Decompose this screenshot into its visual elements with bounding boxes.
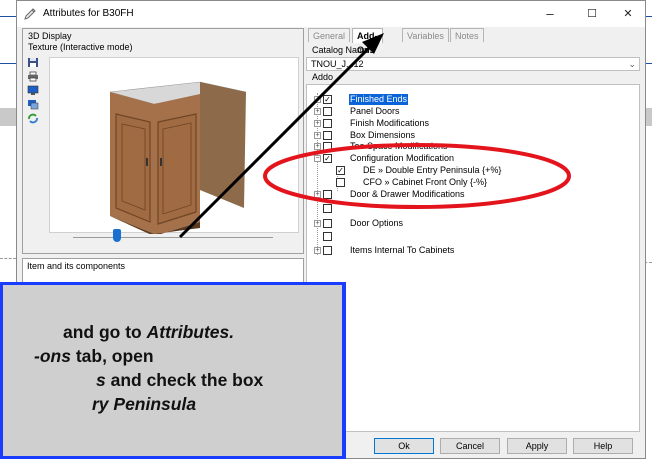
- tab-notes[interactable]: Notes: [450, 28, 484, 42]
- tree-item-configuration-modification[interactable]: − ✓ Configuration Modification: [307, 153, 627, 164]
- tree-item-panel-doors[interactable]: + Panel Doors: [307, 106, 627, 117]
- checkbox-panel-doors[interactable]: [323, 107, 332, 116]
- ok-button[interactable]: Ok: [374, 438, 434, 454]
- instruction-fragment: -ons: [34, 346, 71, 366]
- apply-button[interactable]: Apply: [507, 438, 567, 454]
- 3d-viewport[interactable]: [49, 57, 299, 236]
- tree-item-finished-ends[interactable]: + ✓ Finished Ends: [307, 94, 627, 105]
- expand-icon[interactable]: +: [314, 96, 321, 103]
- cancel-button[interactable]: Cancel: [440, 438, 500, 454]
- checkbox-unlabeled[interactable]: [323, 232, 332, 241]
- monitor-icon[interactable]: [27, 85, 39, 96]
- tree-label: Panel Doors: [350, 106, 400, 116]
- 3d-display-panel: 3D Display Texture (Interactive mode): [22, 28, 304, 254]
- tab-variables[interactable]: Variables: [402, 28, 449, 42]
- background-dashed-line: [0, 258, 16, 259]
- checkbox-door-drawer-modifications[interactable]: [323, 190, 332, 199]
- tree-label: Finished Ends: [349, 94, 409, 105]
- expand-icon[interactable]: +: [314, 108, 321, 115]
- tree-item-box-dimensions[interactable]: + Box Dimensions: [307, 130, 627, 141]
- instruction-line: s and check the box: [96, 369, 263, 391]
- expand-icon[interactable]: +: [314, 143, 321, 150]
- window-title: Attributes for B30FH: [43, 8, 134, 19]
- tree-label: Box Dimensions: [350, 130, 416, 140]
- tree-label: Door Options: [350, 218, 404, 228]
- components-title: Item and its components: [27, 261, 126, 271]
- tree-label: Items Internal To Cabinets: [350, 245, 455, 255]
- help-button[interactable]: Help: [573, 438, 633, 454]
- checkbox-items-internal-to-cabinets[interactable]: [323, 246, 332, 255]
- tree-label: Toe Space Modifications: [350, 141, 448, 151]
- checkbox-unlabeled[interactable]: [323, 204, 332, 213]
- instruction-line: ry Peninsula: [92, 393, 196, 415]
- refresh-icon[interactable]: [27, 113, 39, 124]
- rotation-slider-track[interactable]: [73, 237, 273, 238]
- checkbox-finish-modifications[interactable]: [323, 119, 332, 128]
- collapse-icon[interactable]: −: [314, 155, 321, 162]
- addons-tree: + ✓ Finished Ends + Panel Doors + Finish…: [306, 84, 640, 432]
- close-button[interactable]: ✕: [611, 4, 645, 24]
- expand-icon[interactable]: +: [314, 120, 321, 127]
- checkbox-box-dimensions[interactable]: [323, 131, 332, 140]
- tree-label: Configuration Modification: [350, 153, 455, 163]
- title-bar: Attributes for B30FH – ☐ ✕: [17, 1, 645, 27]
- tree-label: Door & Drawer Modifications: [350, 189, 465, 199]
- tab-add-ons[interactable]: Add-Ons: [352, 28, 383, 55]
- expand-icon[interactable]: +: [314, 247, 321, 254]
- tree-item-double-entry-peninsula[interactable]: ✓ DE » Double Entry Peninsula {+%}: [307, 165, 627, 176]
- cabinet-3d-model: [109, 81, 247, 236]
- tree-item-door-options[interactable]: + Door Options: [307, 218, 627, 229]
- display-settings-icon[interactable]: [27, 99, 39, 110]
- instruction-fragment: s: [96, 370, 106, 390]
- catalog-name-label: Catalog Name :: [312, 45, 375, 55]
- tree-item-door-drawer-modifications[interactable]: + Door & Drawer Modifications: [307, 189, 627, 200]
- tree-item-items-internal-to-cabinets[interactable]: + Items Internal To Cabinets: [307, 245, 627, 256]
- minimize-button[interactable]: –: [533, 4, 567, 24]
- checkbox-door-options[interactable]: [323, 219, 332, 228]
- render-mode-label: Texture (Interactive mode): [28, 42, 133, 52]
- tree-item-unlabeled[interactable]: [307, 231, 367, 242]
- instruction-line: and go to Attributes.: [63, 321, 234, 343]
- rotation-slider-thumb[interactable]: [113, 229, 121, 242]
- expand-icon[interactable]: +: [314, 132, 321, 139]
- background-gray-block: [0, 108, 16, 126]
- catalog-name-select[interactable]: TNOU_J...12 ⌄: [306, 57, 640, 71]
- catalog-name-value: TNOU_J...12: [311, 59, 364, 69]
- tree-label: CFO » Cabinet Front Only {-%}: [363, 177, 488, 187]
- display-toolbar: [27, 57, 41, 127]
- instruction-fragment: ry Peninsula: [92, 394, 197, 414]
- tree-label: Finish Modifications: [350, 118, 430, 128]
- expand-icon[interactable]: +: [314, 220, 321, 227]
- tree-item-toe-space-modifications[interactable]: + Toe Space Modifications: [307, 141, 627, 152]
- addons-label: Addo: [312, 72, 334, 82]
- instruction-fragment: tab, open: [70, 346, 154, 366]
- expand-icon[interactable]: +: [314, 191, 321, 198]
- save-icon[interactable]: [27, 57, 39, 68]
- chevron-down-icon[interactable]: ⌄: [628, 58, 636, 70]
- instruction-fragment: and check the box: [105, 370, 264, 390]
- tree-item-finish-modifications[interactable]: + Finish Modifications: [307, 118, 627, 129]
- maximize-button[interactable]: ☐: [575, 4, 609, 24]
- tree-item-unlabeled[interactable]: [307, 203, 367, 214]
- pencil-icon: [24, 8, 36, 20]
- instruction-line: -ons tab, open: [34, 345, 154, 367]
- instruction-fragment: and go to: [63, 322, 147, 342]
- tree-item-cabinet-front-only[interactable]: CFO » Cabinet Front Only {-%}: [307, 177, 627, 188]
- print-icon[interactable]: [27, 71, 39, 82]
- 3d-display-title: 3D Display: [28, 31, 72, 41]
- checkbox-cabinet-front-only[interactable]: [336, 178, 345, 187]
- checkbox-configuration-modification[interactable]: ✓: [323, 154, 332, 163]
- tree-label: DE » Double Entry Peninsula {+%}: [363, 165, 502, 175]
- checkbox-double-entry-peninsula[interactable]: ✓: [336, 166, 345, 175]
- tab-general[interactable]: General: [308, 28, 351, 42]
- instruction-callout: and go to Attributes. -ons tab, open s a…: [0, 282, 346, 459]
- checkbox-finished-ends[interactable]: ✓: [323, 95, 332, 104]
- checkbox-toe-space-modifications[interactable]: [323, 142, 332, 151]
- instruction-fragment: Attributes.: [146, 322, 235, 342]
